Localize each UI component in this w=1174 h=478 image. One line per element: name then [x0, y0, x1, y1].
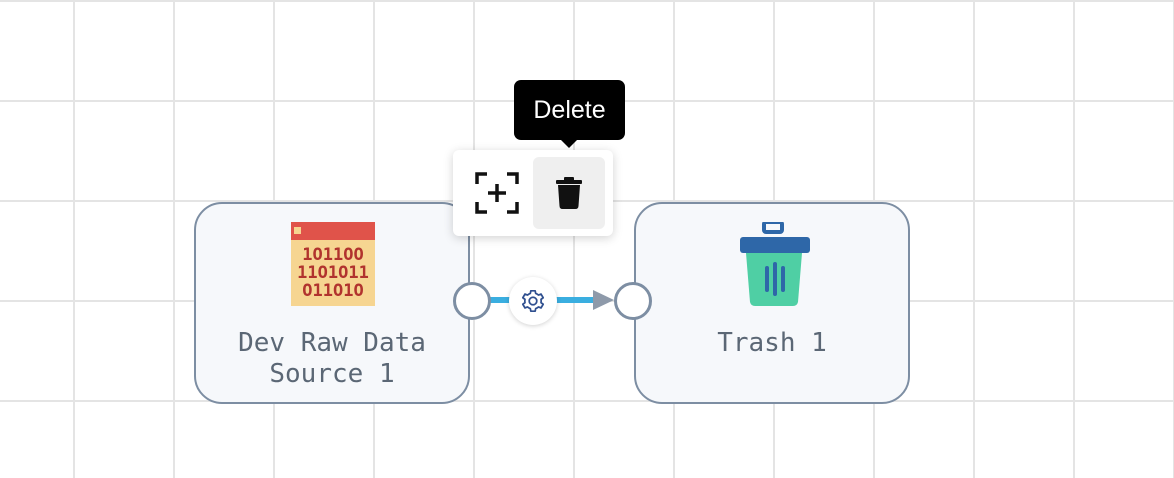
input-port[interactable]: [614, 282, 652, 320]
edge-settings-button[interactable]: [509, 277, 557, 325]
svg-text:1O11OO: 1O11OO: [302, 245, 363, 265]
fit-to-screen-button[interactable]: [461, 157, 533, 229]
pipeline-canvas[interactable]: 1O11OO 11O1O11 O11O1O Dev Raw Data Sourc…: [0, 0, 1174, 478]
gear-icon: [521, 289, 545, 313]
node-trash[interactable]: Trash 1: [634, 202, 910, 404]
node-source-label: Dev Raw Data Source 1: [196, 328, 468, 390]
svg-text:O11O1O: O11O1O: [302, 281, 363, 301]
binary-data-calendar-icon: 1O11OO 11O1O11 O11O1O: [291, 222, 375, 310]
node-dev-raw-data-source[interactable]: 1O11OO 11O1O11 O11O1O Dev Raw Data Sourc…: [194, 202, 470, 404]
edge-arrowhead: [593, 290, 614, 310]
edge-connection[interactable]: [0, 0, 1174, 478]
node-source-label-line-1: Dev Raw Data: [238, 328, 426, 358]
output-port[interactable]: [453, 282, 491, 320]
node-toolbar: [453, 150, 613, 236]
delete-tooltip: Delete: [514, 80, 625, 140]
delete-button[interactable]: [533, 157, 605, 229]
node-trash-label: Trash 1: [717, 328, 827, 358]
svg-text:11O1O11: 11O1O11: [297, 263, 369, 283]
tooltip-arrow: [560, 139, 578, 148]
node-source-label-line-2: Source 1: [269, 359, 395, 389]
trash-bin-icon: [738, 220, 812, 312]
fit-to-screen-icon: [475, 172, 519, 214]
trash-can-icon: [556, 177, 582, 209]
